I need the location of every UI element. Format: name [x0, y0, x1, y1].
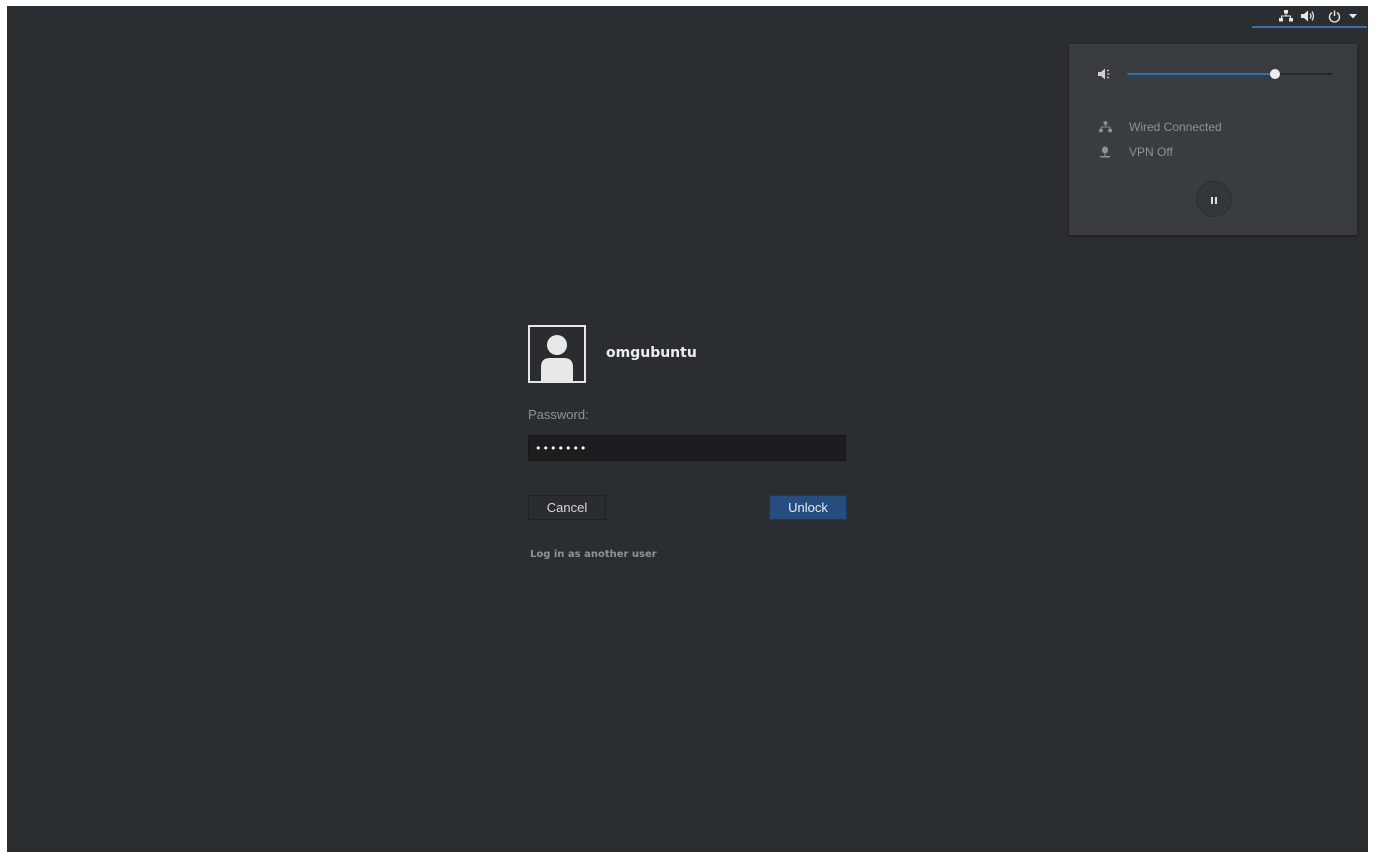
- menu-item-label: Wired Connected: [1129, 120, 1222, 134]
- suspend-icon: [1211, 192, 1217, 207]
- network-wired-icon: [1097, 119, 1113, 135]
- unlock-dialog: omgubuntu Password: Cancel Unlock Log in…: [527, 324, 857, 574]
- menu-item-vpn[interactable]: VPN Off: [1097, 142, 1173, 162]
- avatar: [528, 325, 586, 383]
- menu-item-wired[interactable]: Wired Connected: [1097, 117, 1222, 137]
- top-bar-status-area[interactable]: [1252, 6, 1367, 28]
- password-label: Password:: [528, 407, 589, 422]
- volume-row: [1097, 64, 1337, 84]
- system-menu-popover: Wired Connected VPN Off: [1069, 44, 1357, 235]
- cancel-button[interactable]: Cancel: [528, 495, 606, 520]
- volume-icon: [1097, 66, 1113, 82]
- suspend-button[interactable]: [1196, 181, 1232, 217]
- password-field[interactable]: [528, 435, 846, 461]
- unlock-button[interactable]: Unlock: [769, 495, 847, 520]
- username-label: omgubuntu: [606, 345, 697, 361]
- volume-icon: [1300, 8, 1316, 24]
- power-icon: [1326, 8, 1342, 24]
- volume-slider-fill: [1127, 73, 1276, 75]
- volume-slider-knob[interactable]: [1270, 69, 1281, 79]
- network-wired-icon: [1278, 8, 1294, 24]
- vpn-icon: [1097, 144, 1113, 160]
- menu-item-label: VPN Off: [1129, 145, 1173, 159]
- dropdown-arrow-icon: [1348, 8, 1358, 24]
- volume-slider[interactable]: [1127, 69, 1333, 79]
- user-avatar-icon: [541, 335, 573, 381]
- log-in-as-another-user-link[interactable]: Log in as another user: [530, 549, 657, 560]
- lock-screen: Wired Connected VPN Off omgubuntu Passwo…: [7, 6, 1368, 852]
